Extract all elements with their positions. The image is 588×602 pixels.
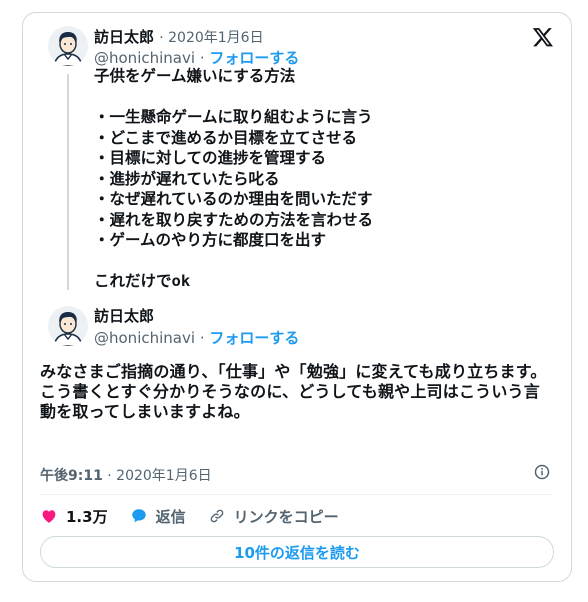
info-icon[interactable] [534, 464, 550, 480]
speech-bubble-icon [131, 509, 146, 523]
follow-button[interactable]: フォローする [209, 49, 299, 67]
tweet2-timestamp[interactable]: 午後9:11 · 2020年1月6日 [40, 465, 212, 485]
tweet2-author-line: 訪日太郎 [94, 305, 154, 326]
read-replies-label: 10件の返信を読む [234, 543, 360, 562]
tweet1-handle-line: @honichinavi · フォローする [94, 47, 299, 68]
avatar[interactable] [48, 26, 88, 66]
like-button[interactable]: 1.3万 [40, 506, 108, 527]
divider [40, 494, 552, 495]
separator-dot: · [199, 49, 205, 67]
read-replies-button[interactable]: 10件の返信を読む [40, 536, 554, 568]
author-name[interactable]: 訪日太郎 [94, 28, 154, 46]
x-logo-icon[interactable] [532, 26, 554, 48]
author-name[interactable]: 訪日太郎 [94, 307, 154, 325]
author-handle[interactable]: @honichinavi [94, 49, 195, 67]
author-handle[interactable]: @honichinavi [94, 329, 195, 347]
copy-link-button[interactable]: リンクをコピー [208, 506, 339, 527]
reply-button[interactable]: 返信 [130, 506, 186, 527]
tweet1-date[interactable]: · 2020年1月6日 [159, 30, 263, 46]
reply-label: 返信 [155, 507, 186, 526]
copy-link-label: リンクをコピー [233, 507, 339, 526]
follow-button[interactable]: フォローする [209, 329, 299, 347]
avatar[interactable] [48, 306, 88, 346]
tweet1-author-line: 訪日太郎 · 2020年1月6日 [94, 26, 264, 47]
tweet2-handle-line: @honichinavi · フォローする [94, 327, 299, 348]
like-count: 1.3万 [66, 507, 108, 526]
tweet2-date: · 2020年1月6日 [107, 468, 212, 484]
tweet2-text: みなさまご指摘の通り、「仕事」や「勉強」に変えても成り立ちます。 こう書くとすぐ… [40, 362, 547, 421]
link-icon [210, 509, 223, 523]
tweet1-text: 子供をゲーム嫌いにする方法 ・一生懸命ゲームに取り組むように言う ・どこまで進め… [94, 67, 374, 290]
heart-icon [42, 510, 56, 523]
action-bar: 1.3万 返信 リンクをコピー [40, 505, 361, 527]
tweet2-time: 午後9:11 [40, 468, 103, 484]
thread-line [67, 74, 69, 290]
separator-dot: · [199, 329, 205, 347]
